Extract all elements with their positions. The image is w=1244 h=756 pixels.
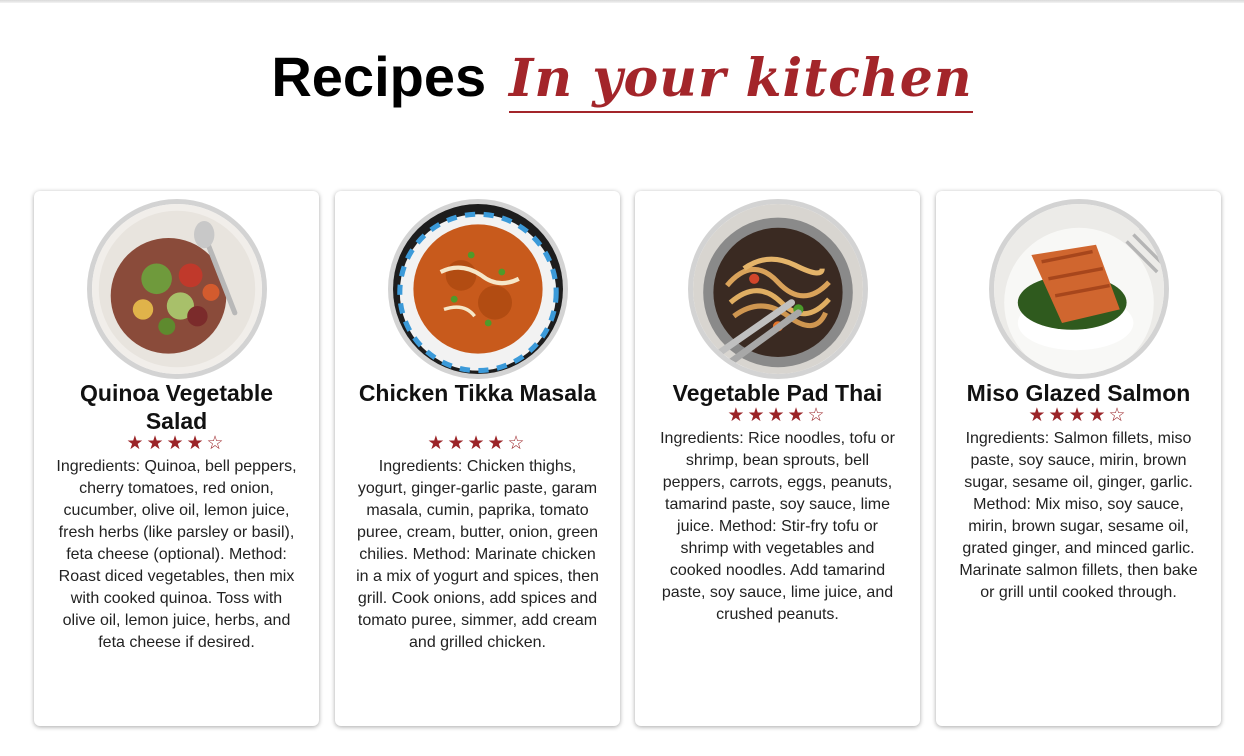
recipe-title[interactable]: Quinoa Vegetable Salad [48,379,305,435]
tikka-masala-bowl-image [388,199,568,379]
recipe-card-tikka-masala[interactable]: Chicken Tikka Masala ★★★★☆ Ingredients: … [335,191,620,726]
page-title: Recipes In your kitchen [0,44,1244,113]
half-star-icon: ☆ [1108,405,1129,426]
half-star-icon: ☆ [807,405,828,426]
recipe-card-miso-salmon[interactable]: Miso Glazed Salmon ★★★★☆ Ingredients: Sa… [936,191,1221,726]
half-star-icon: ☆ [206,433,227,454]
miso-salmon-plate-image [989,199,1169,379]
star-icons: ★★★★ [126,433,207,454]
recipe-description: Ingredients: Salmon fillets, miso paste,… [959,430,1198,601]
pad-thai-pan-image [688,199,868,379]
page-title-plain: Recipes [271,45,487,108]
star-icons: ★★★★ [427,433,508,454]
recipe-card-pad-thai[interactable]: Vegetable Pad Thai ★★★★☆ Ingredients: Ri… [635,191,920,726]
star-icons: ★★★★ [1028,405,1109,426]
recipe-card-quinoa[interactable]: Quinoa Vegetable Salad ★★★★☆ Ingredients… [34,191,319,726]
recipe-title[interactable]: Chicken Tikka Masala [349,379,606,407]
recipe-description: Ingredients: Rice noodles, tofu or shrim… [660,430,895,623]
top-divider [0,0,1244,3]
recipe-title[interactable]: Vegetable Pad Thai [649,379,906,407]
star-icons: ★★★★ [727,405,808,426]
half-star-icon: ☆ [507,433,528,454]
page-title-script: In your kitchen [509,48,973,113]
rating-stars: ★★★★☆ [34,433,319,454]
recipe-title[interactable]: Miso Glazed Salmon [950,379,1207,407]
rating-stars: ★★★★☆ [936,405,1221,426]
quinoa-salad-plate-image [87,199,267,379]
rating-stars: ★★★★☆ [635,405,920,426]
rating-stars: ★★★★☆ [335,433,620,454]
recipe-description: Ingredients: Chicken thighs, yogurt, gin… [356,458,599,651]
recipe-description: Ingredients: Quinoa, bell peppers, cherr… [56,458,297,651]
